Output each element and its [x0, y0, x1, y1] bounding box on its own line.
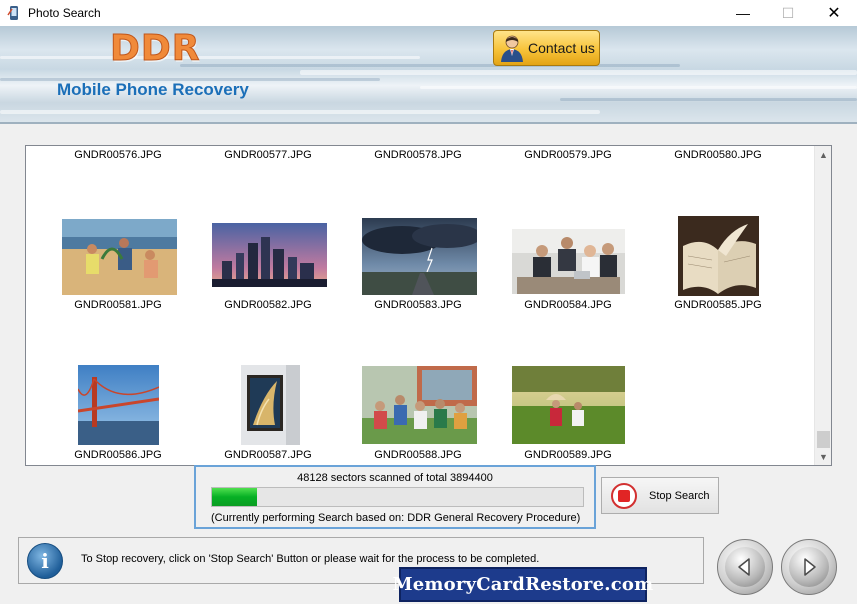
- contact-us-button[interactable]: Contact us: [493, 30, 600, 66]
- beach-family-photo[interactable]: [62, 219, 177, 295]
- file-name[interactable]: GNDR00583.JPG: [343, 299, 493, 311]
- person-icon: [500, 34, 524, 62]
- app-phone-icon: [6, 5, 22, 21]
- file-name[interactable]: GNDR00587.JPG: [193, 449, 343, 461]
- title-bar: Photo Search — ☐ ✕: [0, 0, 857, 26]
- product-name: Mobile Phone Recovery: [57, 80, 249, 99]
- maximize-button[interactable]: ☐: [765, 0, 811, 26]
- couple-field-photo[interactable]: [512, 366, 625, 444]
- next-button[interactable]: [781, 539, 837, 595]
- file-name[interactable]: GNDR00584.JPG: [493, 299, 643, 311]
- scroll-down-arrow-icon[interactable]: ▼: [815, 448, 831, 465]
- brand-logo: DDR: [110, 28, 201, 70]
- golden-gate-bridge-photo[interactable]: [78, 365, 159, 445]
- header-banner: DDR Mobile Phone Recovery Contact us: [0, 26, 857, 122]
- back-button[interactable]: [717, 539, 773, 595]
- banner-divider: [0, 122, 857, 124]
- contact-us-label: Contact us: [528, 40, 595, 56]
- file-name[interactable]: GNDR00578.JPG: [343, 149, 493, 161]
- website-watermark: MemoryCardRestore.com: [393, 567, 653, 602]
- stop-search-button[interactable]: Stop Search: [601, 477, 719, 514]
- window-title: Photo Search: [28, 6, 101, 20]
- file-name[interactable]: GNDR00582.JPG: [193, 299, 343, 311]
- framed-painting-photo[interactable]: [241, 365, 300, 445]
- stop-search-label: Stop Search: [649, 489, 710, 502]
- next-arrow-icon: [789, 547, 829, 587]
- file-name[interactable]: GNDR00576.JPG: [43, 149, 193, 161]
- close-button[interactable]: ✕: [811, 0, 857, 26]
- scroll-thumb[interactable]: [817, 431, 830, 448]
- sectors-scanned-status: 48128 sectors scanned of total 3894400: [297, 472, 493, 484]
- file-name[interactable]: GNDR00579.JPG: [493, 149, 643, 161]
- info-icon: i: [27, 543, 63, 579]
- stop-icon: [611, 482, 637, 509]
- gallery-scrollbar[interactable]: ▲ ▼: [814, 146, 831, 465]
- students-group-photo[interactable]: [362, 366, 477, 444]
- file-name[interactable]: GNDR00586.JPG: [43, 449, 193, 461]
- photo-search-window: Photo Search — ☐ ✕ DDR Mobile Phone Reco…: [0, 0, 857, 604]
- file-name[interactable]: GNDR00577.JPG: [193, 149, 343, 161]
- open-book-photo[interactable]: [678, 216, 759, 296]
- city-skyline-photo[interactable]: [212, 223, 327, 287]
- minimize-button[interactable]: —: [720, 0, 766, 26]
- file-name[interactable]: GNDR00585.JPG: [643, 299, 793, 311]
- file-name[interactable]: GNDR00581.JPG: [43, 299, 193, 311]
- file-name[interactable]: GNDR00589.JPG: [493, 449, 643, 461]
- info-message: To Stop recovery, click on 'Stop Search'…: [81, 553, 540, 565]
- scroll-up-arrow-icon[interactable]: ▲: [815, 146, 831, 163]
- back-arrow-icon: [725, 547, 765, 587]
- scan-progress-panel: 48128 sectors scanned of total 3894400 (…: [194, 465, 596, 529]
- business-meeting-photo[interactable]: [512, 229, 625, 294]
- storm-road-photo[interactable]: [362, 218, 477, 295]
- file-name[interactable]: GNDR00580.JPG: [643, 149, 793, 161]
- photo-gallery[interactable]: GNDR00576.JPG GNDR00577.JPG GNDR00578.JP…: [25, 145, 832, 466]
- scan-progress-fill: [212, 488, 257, 506]
- file-name[interactable]: GNDR00588.JPG: [343, 449, 493, 461]
- recovery-method-text: (Currently performing Search based on: D…: [211, 512, 581, 524]
- scan-progress-bar: [211, 487, 584, 507]
